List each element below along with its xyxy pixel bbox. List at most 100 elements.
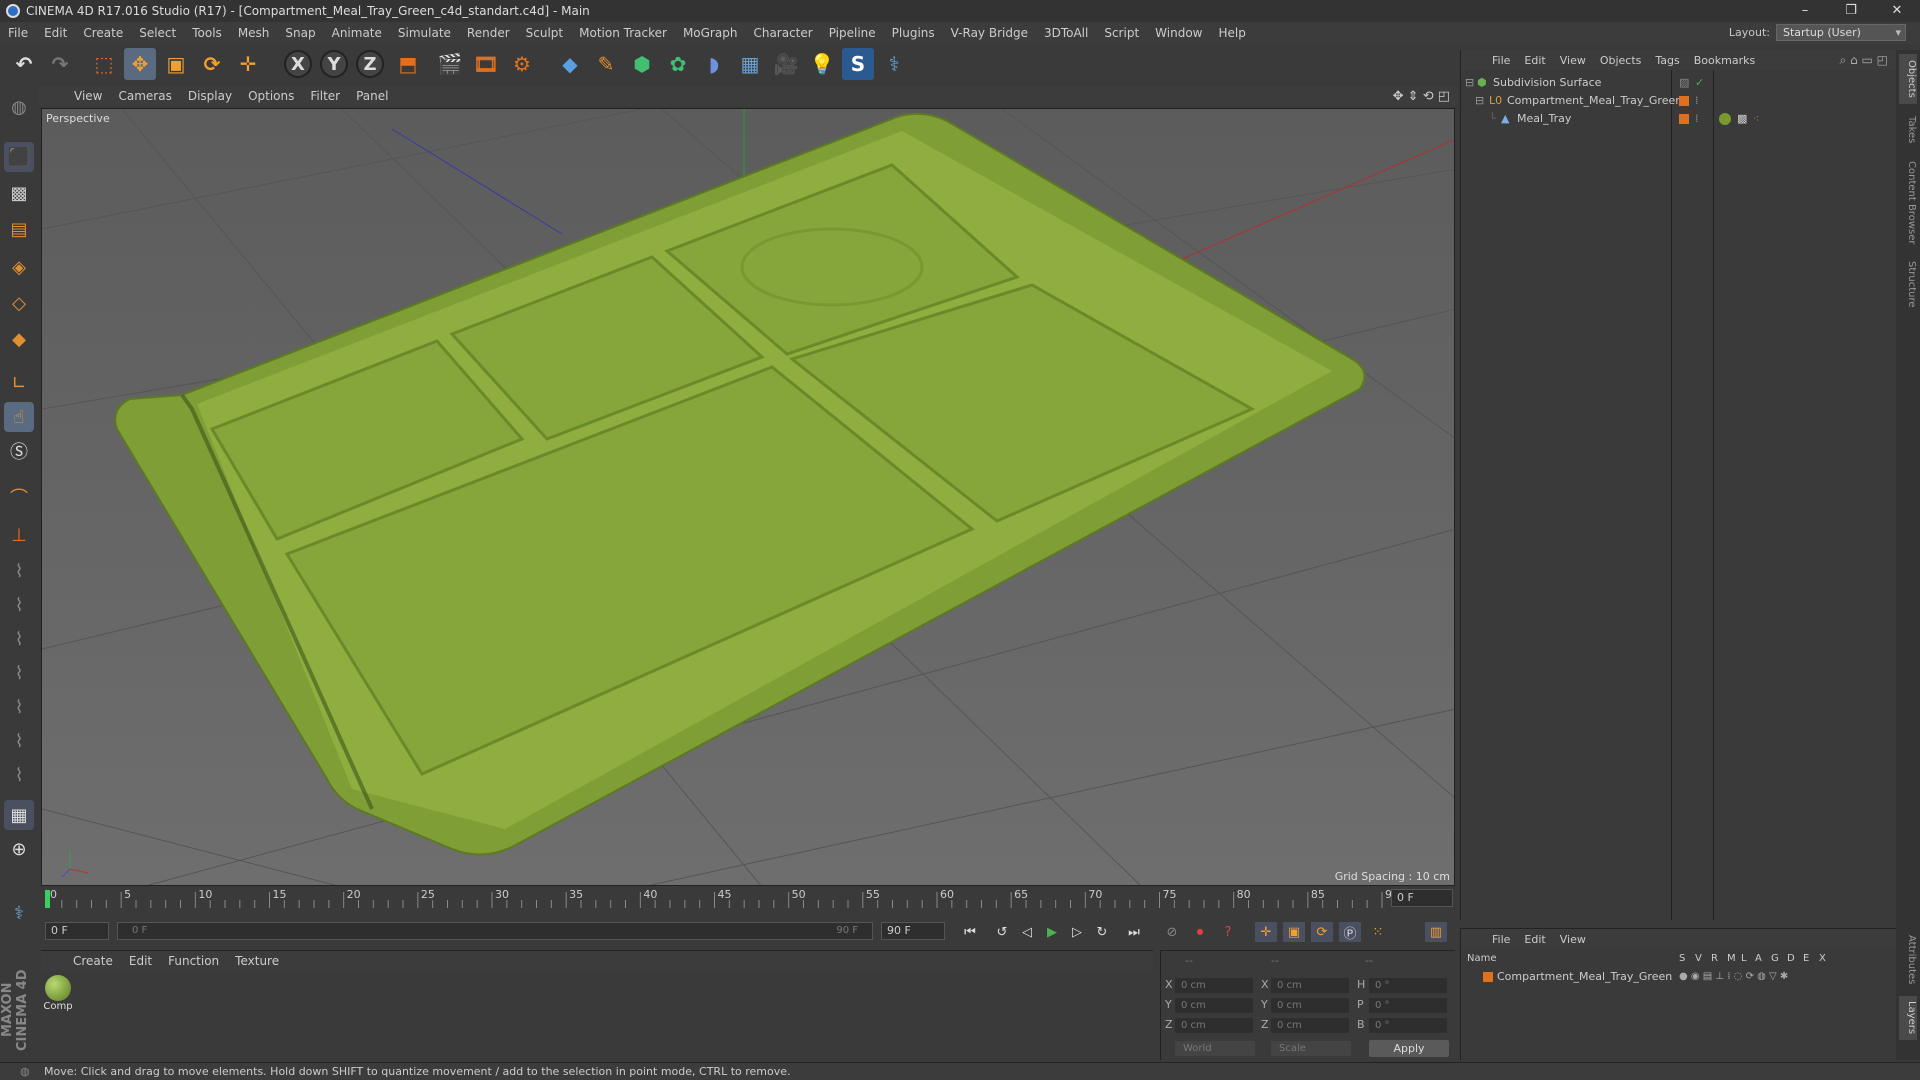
edges-mode-icon[interactable]: ◇ [4,288,34,318]
search-icon[interactable]: ⌕ ⌂ ▭ ◰ [1840,53,1888,68]
tweak-mode-icon[interactable]: ☝ [4,402,34,432]
sculpt-brush-icon[interactable]: ⌇ [4,556,34,586]
x-axis-lock-button[interactable]: X [284,50,312,78]
current-frame-field[interactable]: 0 F [1391,889,1453,907]
rotate-tool-icon[interactable]: ⟳ [196,48,228,80]
tab-structure[interactable]: Structure [1899,256,1917,312]
frame-range-slider[interactable]: 0 F 90 F [117,922,873,940]
size-x-field[interactable]: 0 cm [1271,978,1349,993]
z-axis-lock-button[interactable]: Z [356,50,384,78]
rotation-p-field[interactable]: 0 ° [1369,998,1447,1013]
axis-mode-icon[interactable]: ∟ [4,368,34,398]
deformer-icon[interactable]: ◗ [698,48,730,80]
collapse-icon[interactable]: ⊟ [1465,74,1474,92]
sculpt-pull-icon[interactable]: ⌇ [4,590,34,620]
viewport-menu-filter[interactable]: Filter [302,89,348,103]
viewport-menu-options[interactable]: Options [240,89,302,103]
meal-tray-model[interactable] [114,112,1366,856]
layout-dropdown[interactable]: Startup (User) [1776,24,1906,41]
playhead[interactable] [45,890,50,908]
scale-tool-icon[interactable]: ▣ [160,48,192,80]
menu-mesh[interactable]: Mesh [230,26,278,40]
sculpt-inflate-icon[interactable]: ⌇ [4,692,34,722]
menu-file[interactable]: File [0,26,36,40]
vray-bridge-icon[interactable]: S [842,48,874,80]
transform-tool-icon[interactable]: ✛ [232,48,264,80]
menu-pipeline[interactable]: Pipeline [821,26,884,40]
render-picture-viewer-icon[interactable]: 🎞 [470,48,502,80]
layers-menu-edit[interactable]: Edit [1517,933,1552,946]
viewport-menu-view[interactable]: View [66,89,110,103]
uvw-tag-icon[interactable]: ▩ [1737,110,1747,128]
layers-menu-view[interactable]: View [1553,933,1593,946]
menu-script[interactable]: Script [1096,26,1147,40]
magnet-icon[interactable]: ⌒ [4,482,34,512]
size-z-field[interactable]: 0 cm [1271,1018,1349,1033]
tab-layers[interactable]: Layers [1899,996,1917,1040]
rotation-h-field[interactable]: 0 ° [1369,978,1447,993]
sculpt-mask-icon[interactable]: ⌇ [4,760,34,790]
coordinate-mode-dropdown[interactable]: World [1175,1041,1255,1056]
timeline-ruler[interactable]: 051015202530354045505560657075808590 0 F [41,886,1455,910]
python-script-icon[interactable]: ⚕ [4,898,34,928]
viewport-navigation-icons[interactable]: ✥ ⇕ ⟲ ◰ [1393,89,1450,104]
menu-animate[interactable]: Animate [324,26,390,40]
material-menu-create[interactable]: Create [65,954,121,968]
menu-help[interactable]: Help [1210,26,1253,40]
pen-spline-icon[interactable]: ✎ [590,48,622,80]
coordinate-system-icon[interactable]: ⬒ [392,48,424,80]
record-disabled-icon[interactable]: ⊘ [1161,922,1183,942]
viewport-menu-display[interactable]: Display [180,89,240,103]
sculpt-flatten-icon[interactable]: ⌇ [4,658,34,688]
go-to-end-icon[interactable]: ⏭ [1123,922,1145,942]
layer-color-swatch[interactable] [1679,96,1689,106]
move-tool-icon[interactable]: ✥ [124,48,156,80]
menu-edit[interactable]: Edit [36,26,75,40]
previous-frame-icon[interactable]: ◁ [1016,922,1038,942]
close-button[interactable]: ✕ [1874,0,1920,22]
lock-workplane-icon[interactable]: ⊕ [4,834,34,864]
y-axis-lock-button[interactable]: Y [320,50,348,78]
tab-takes[interactable]: Takes [1899,110,1917,150]
phong-tag-icon[interactable]: ⁖ [1753,110,1759,128]
tab-objects[interactable]: Objects [1899,54,1917,104]
polygons-mode-icon[interactable]: ◆ [4,324,34,354]
material-swatch[interactable]: Comp [43,975,73,1012]
key-scale-icon[interactable]: ▣ [1283,922,1305,942]
material-menu-function[interactable]: Function [160,954,227,968]
record-active-icon[interactable]: ⏺ [1189,922,1211,942]
layer-color-swatch[interactable] [1483,972,1493,982]
menu-select[interactable]: Select [131,26,184,40]
tree-row-subdivision-surface[interactable]: ⊟ ⬢ Subdivision Surface ▨ ✓ [1461,74,1897,92]
objects-menu-bookmarks[interactable]: Bookmarks [1687,54,1762,67]
restore-button[interactable]: ❐ [1828,0,1874,22]
menu-plugins[interactable]: Plugins [884,26,943,40]
end-frame-field[interactable]: 90 F [881,922,945,940]
menu-create[interactable]: Create [75,26,131,40]
menu-mograph[interactable]: MoGraph [675,26,746,40]
cube-primitive-icon[interactable]: ◆ [554,48,586,80]
menu-render[interactable]: Render [459,26,518,40]
next-frame-icon[interactable]: ▷ [1066,922,1088,942]
points-mode-icon[interactable]: ◈ [4,252,34,282]
objects-menu-objects[interactable]: Objects [1593,54,1649,67]
tree-row-compartment-meal-tray[interactable]: ⊟ L0 Compartment_Meal_Tray_Green ⁞ [1461,92,1897,110]
material-tag-icon[interactable] [1719,113,1731,125]
objects-menu-edit[interactable]: Edit [1517,54,1552,67]
sculpt-smooth-icon[interactable]: ⌇ [4,624,34,654]
menu-tools[interactable]: Tools [184,26,230,40]
workplane-icon[interactable]: ⊥ [4,520,34,550]
collapse-icon[interactable]: ⊟ [1475,92,1484,110]
material-menu-edit[interactable]: Edit [121,954,160,968]
viewport-menu-panel[interactable]: Panel [348,89,396,103]
key-rotation-icon[interactable]: ⟳ [1311,922,1333,942]
visibility-dots-icon[interactable]: ⁞ [1695,92,1699,110]
menu-simulate[interactable]: Simulate [390,26,459,40]
layer-toggle-icons[interactable]: ● ◉ ▤ ⊥ ⁞ ◌ ⟳ ◍ ▽ ✱ [1679,969,1788,985]
next-key-icon[interactable]: ↻ [1091,922,1113,942]
live-selection-icon[interactable]: ⬚ [88,48,120,80]
light-icon[interactable]: 💡 [806,48,838,80]
3d-viewport[interactable]: Perspective Grid Spacing: 10 cm [41,108,1455,886]
model-mode-icon[interactable]: ⬛ [4,142,34,172]
layer-row[interactable]: Compartment_Meal_Tray_Green ● ◉ ▤ ⊥ ⁞ ◌ … [1461,969,1897,985]
